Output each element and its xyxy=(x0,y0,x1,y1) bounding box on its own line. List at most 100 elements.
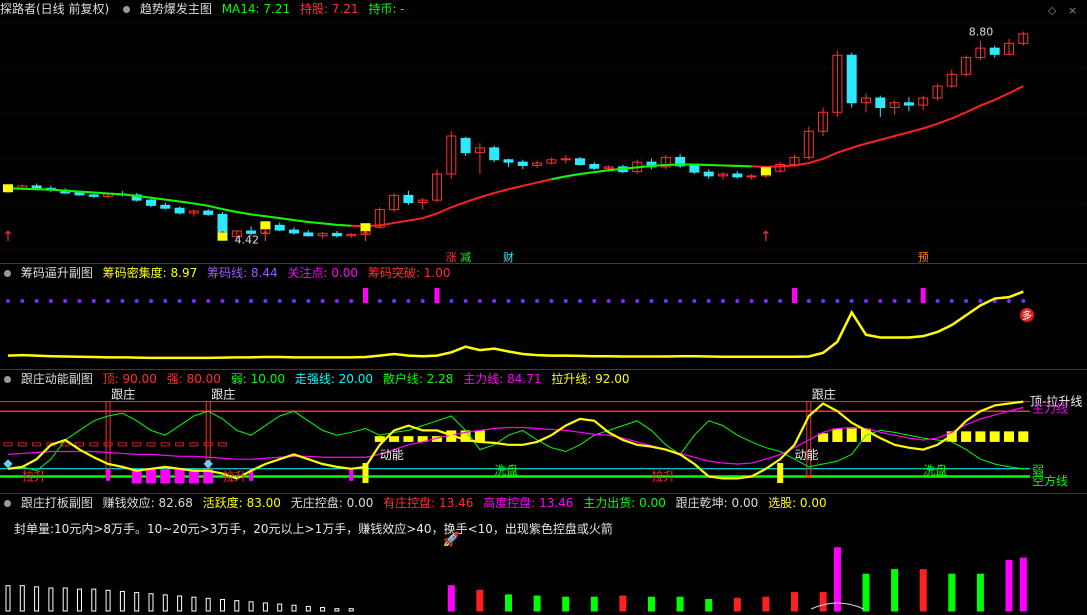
limit-bar xyxy=(277,603,283,612)
main-chart-panel[interactable]: 探路者(日线 前复权) 趋势爆发主图 MA14: 7.21 持股: 7.21 持… xyxy=(0,0,1087,264)
chip-dot xyxy=(91,299,96,303)
candle-body xyxy=(503,159,514,163)
chip-spike xyxy=(792,288,797,303)
limit-bar xyxy=(562,596,570,612)
limit-bar xyxy=(447,585,455,612)
chip-dot xyxy=(706,299,711,303)
limit-bar xyxy=(248,601,254,612)
limit-chart[interactable]: 🚀 xyxy=(0,494,1087,615)
chip-dot xyxy=(763,299,768,303)
candle-body xyxy=(174,207,185,214)
candle-body xyxy=(517,161,528,166)
chip-dot xyxy=(935,299,940,303)
chip-dot xyxy=(749,299,754,303)
limit-bar xyxy=(733,597,741,612)
chip-dot xyxy=(234,299,239,303)
chip-dot xyxy=(864,299,868,303)
chip-dot xyxy=(549,299,554,303)
chip-dot xyxy=(406,299,411,303)
high-price-label: 8.80 xyxy=(969,26,994,39)
candlestick-chart[interactable]: ↑↑↑↑↑8.804.42涨减财预 xyxy=(0,0,1087,264)
chip-dot xyxy=(349,299,354,303)
wash-block xyxy=(160,469,171,484)
diamond-icon: ◆ xyxy=(3,456,13,470)
chip-dot xyxy=(821,299,826,303)
chip-dot xyxy=(320,299,325,303)
chip-dot xyxy=(206,299,211,303)
limit-bar xyxy=(34,586,40,612)
candle-body xyxy=(74,192,85,196)
candle-body xyxy=(732,173,743,178)
follow-tag: 跟庄 xyxy=(111,387,135,402)
chip-dot xyxy=(563,299,568,303)
momentum-tag: 动能 xyxy=(380,448,404,462)
chip-dot xyxy=(1007,299,1011,303)
wash-tag: 洗盘 xyxy=(923,463,947,478)
signal-box xyxy=(360,223,371,232)
limit-bar xyxy=(148,593,154,612)
signal-box xyxy=(3,184,13,193)
candle-body xyxy=(589,164,600,169)
chip-dot xyxy=(377,299,382,303)
chip-dot xyxy=(592,299,597,303)
chip-dot xyxy=(20,299,25,303)
weak-box xyxy=(189,442,199,447)
small-marker xyxy=(349,468,354,481)
momentum-tag: 动能 xyxy=(795,448,819,462)
chip-dot xyxy=(964,299,969,303)
candle-body xyxy=(160,204,171,209)
candle-body xyxy=(989,47,1000,55)
candle-body xyxy=(560,158,571,161)
chip-dot xyxy=(978,299,983,303)
chip-dot xyxy=(620,299,625,303)
lift-bar xyxy=(403,436,414,442)
limit-panel[interactable]: 跟庄打板副图 赚钱效应: 82.68 活跃度: 83.00 无庄控盘: 0.00… xyxy=(0,494,1087,615)
chip-dot xyxy=(106,299,111,303)
chip-dot xyxy=(692,299,697,303)
limit-bar xyxy=(1019,557,1027,612)
diamond-icon: ◆ xyxy=(204,456,214,470)
chip-dot xyxy=(678,299,683,303)
dealer-panel[interactable]: 跟庄动能副图 顶: 90.00 强: 80.00 弱: 10.00 走强线: 2… xyxy=(0,370,1087,494)
weak-box xyxy=(160,442,170,447)
limit-bar xyxy=(819,592,827,612)
event-flag: 减 xyxy=(460,251,471,264)
limit-bar xyxy=(5,585,11,612)
chip-dot xyxy=(449,299,454,303)
chips-panel[interactable]: 筹码逼升副图 筹码密集度: 8.97 筹码线: 8.44 关注点: 0.00 筹… xyxy=(0,264,1087,370)
chip-dot xyxy=(177,299,182,303)
chip-dot xyxy=(334,299,339,303)
lift-bar xyxy=(989,431,1000,442)
limit-bar xyxy=(976,573,984,612)
candle-body xyxy=(489,147,500,161)
limit-bar xyxy=(862,573,870,612)
chip-dot xyxy=(806,299,811,303)
chip-dot xyxy=(578,299,582,303)
limit-bar xyxy=(590,596,598,612)
chip-dot xyxy=(34,299,39,303)
weak-box xyxy=(203,442,213,447)
lift-bar xyxy=(975,431,986,442)
weak-box xyxy=(89,442,99,447)
limit-bar xyxy=(833,547,841,612)
candle-body xyxy=(460,137,471,154)
dealer-chart[interactable]: ◆ ◆跟庄 跟庄 跟庄动能 动能拉升 拉升 拉升洗盘 洗盘顶-拉升线主力线弱空方线 xyxy=(0,370,1087,494)
weak-box xyxy=(75,442,84,447)
chip-dot xyxy=(949,299,954,303)
buy-arrow-icon: ↑ xyxy=(260,229,272,245)
chip-dot xyxy=(149,299,153,303)
candle-body xyxy=(703,171,714,177)
event-flag: 预 xyxy=(918,251,929,264)
limit-bar xyxy=(48,587,54,612)
limit-bar xyxy=(320,607,326,612)
chip-dot xyxy=(663,299,668,303)
chips-chart[interactable]: 多 xyxy=(0,264,1087,370)
chip-dot xyxy=(463,299,468,303)
main-force-line xyxy=(7,406,1024,465)
buy-arrow-icon: ↑ xyxy=(360,229,372,245)
chip-dot xyxy=(63,299,68,303)
lift-bar xyxy=(846,428,857,442)
limit-bar xyxy=(948,573,956,612)
buy-arrow-icon: ↑ xyxy=(760,229,772,245)
limit-bar xyxy=(262,602,268,612)
